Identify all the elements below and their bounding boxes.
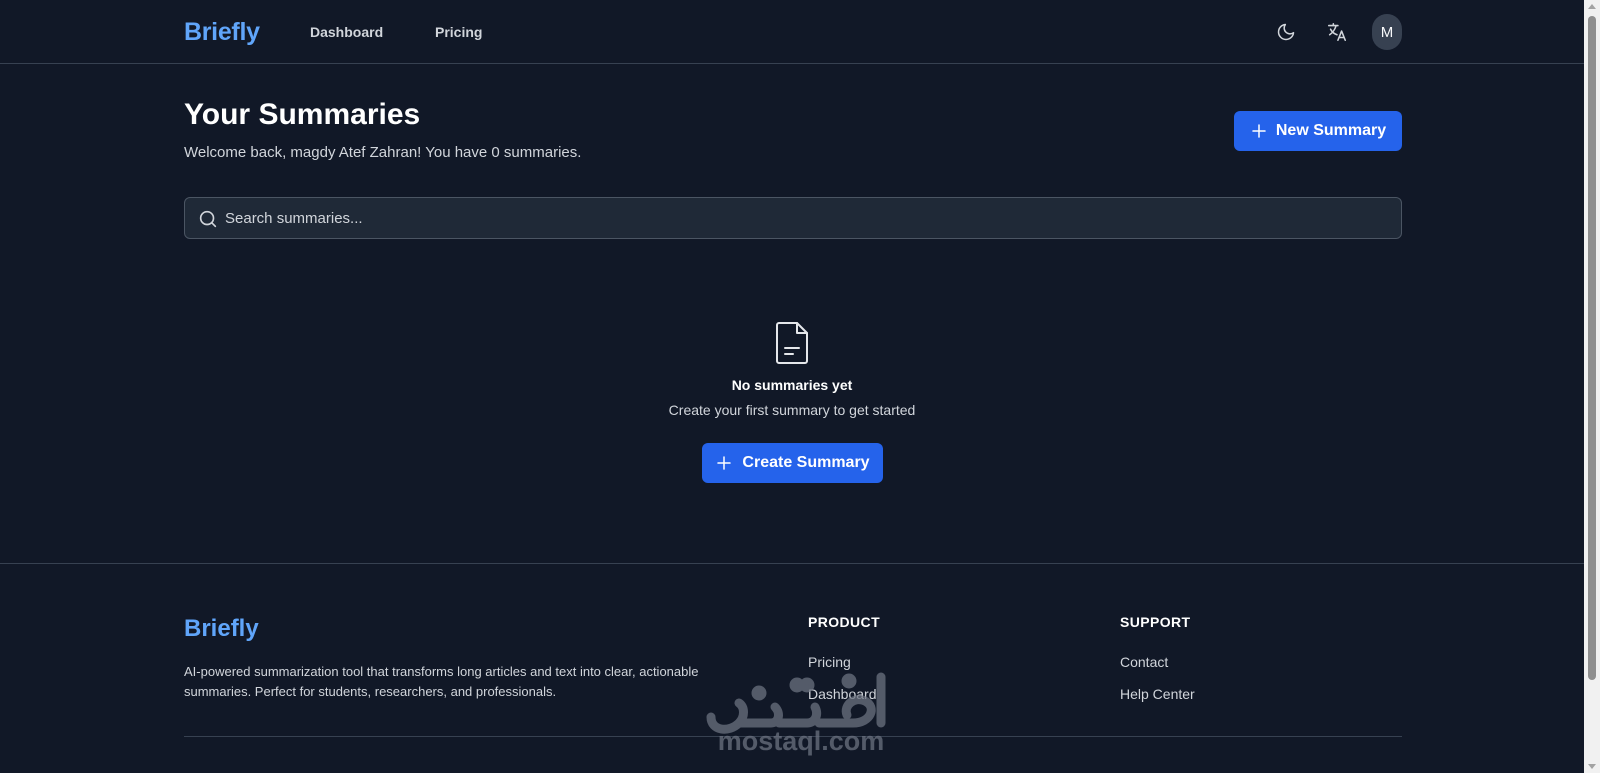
footer-logo[interactable]: Briefly bbox=[184, 615, 259, 643]
welcome-text: Welcome back, magdy Atef Zahran! You hav… bbox=[184, 144, 582, 161]
scroll-thumb[interactable] bbox=[1588, 16, 1596, 680]
plus-icon bbox=[1252, 124, 1266, 138]
create-summary-label: Create Summary bbox=[742, 454, 870, 471]
footer-divider bbox=[0, 563, 1584, 564]
theme-toggle-button[interactable] bbox=[1270, 16, 1302, 48]
page-title: Your Summaries bbox=[184, 98, 421, 131]
page: Briefly Dashboard Pricing M Your Summari… bbox=[0, 0, 1584, 773]
document-icon bbox=[776, 322, 808, 364]
search-input[interactable] bbox=[225, 198, 1385, 238]
vertical-scrollbar[interactable] bbox=[1584, 0, 1600, 773]
brand-logo[interactable]: Briefly bbox=[184, 18, 260, 47]
scroll-up-icon[interactable] bbox=[1588, 4, 1596, 9]
footer-product-heading: PRODUCT bbox=[808, 614, 881, 630]
moon-icon bbox=[1277, 23, 1295, 41]
empty-state-subtitle: Create your first summary to get started bbox=[668, 402, 916, 418]
user-avatar[interactable]: M bbox=[1372, 14, 1402, 50]
nav-pricing-link[interactable]: Pricing bbox=[435, 24, 482, 40]
new-summary-label: New Summary bbox=[1275, 122, 1387, 139]
footer-support-heading: SUPPORT bbox=[1120, 614, 1191, 630]
search-icon bbox=[199, 210, 217, 228]
new-summary-button[interactable]: New Summary bbox=[1234, 111, 1402, 151]
scroll-down-icon[interactable] bbox=[1588, 764, 1596, 769]
footer-link-contact[interactable]: Contact bbox=[1120, 654, 1168, 670]
translate-icon bbox=[1327, 22, 1347, 42]
empty-state-title: No summaries yet bbox=[731, 377, 853, 393]
nav-dashboard-link[interactable]: Dashboard bbox=[310, 24, 383, 40]
footer-description: AI-powered summarization tool that trans… bbox=[184, 664, 699, 699]
footer-link-help-center[interactable]: Help Center bbox=[1120, 686, 1195, 702]
language-button[interactable] bbox=[1321, 16, 1353, 48]
plus-icon bbox=[717, 456, 732, 470]
create-summary-button[interactable]: Create Summary bbox=[702, 443, 883, 483]
watermark-text: mostaql.com bbox=[717, 726, 885, 756]
top-navbar: Briefly Dashboard Pricing M bbox=[0, 0, 1584, 64]
search-box bbox=[184, 197, 1402, 239]
